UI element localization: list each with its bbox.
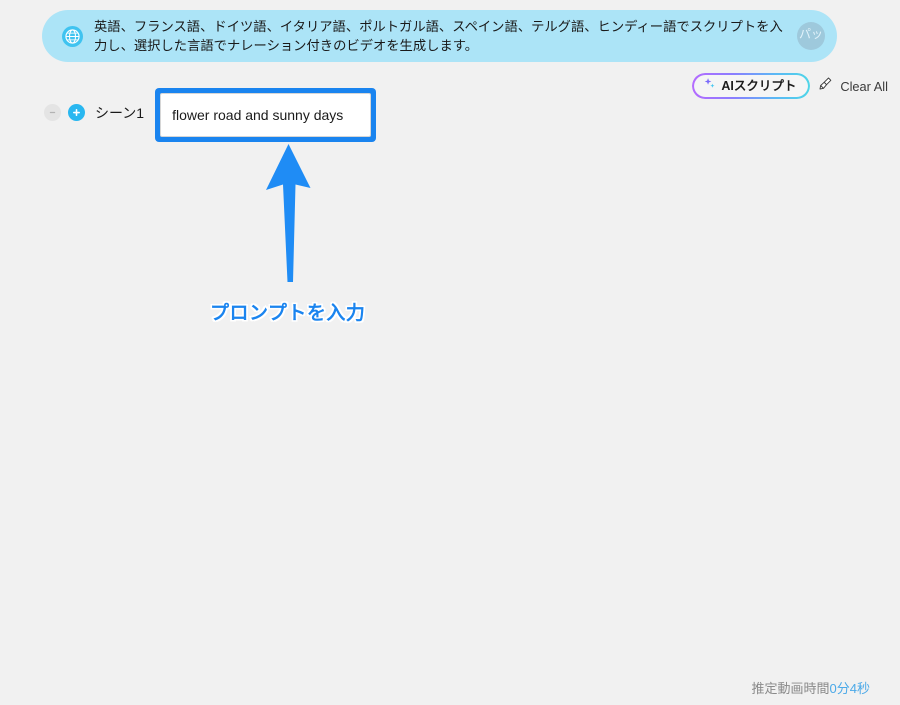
language-info-banner: 英語、フランス語、ドイツ語、イタリア語、ポルトガル語、スペイン語、テルグ語、ヒン…: [42, 10, 837, 62]
up-arrow-icon: [248, 142, 338, 294]
banner-message: 英語、フランス語、ドイツ語、イタリア語、ポルトガル語、スペイン語、テルグ語、ヒン…: [94, 19, 783, 53]
ai-script-label: AIスクリプト: [721, 78, 797, 93]
banner-close-button[interactable]: パッ: [797, 22, 825, 50]
estimated-duration-value: 0分4秒: [829, 681, 870, 696]
brush-icon: [818, 76, 833, 96]
annotation-label: プロンプトを入力: [209, 302, 367, 326]
scene-input-highlight: [155, 88, 377, 142]
minus-circle-icon[interactable]: [44, 104, 61, 121]
estimated-duration: 推定動画時間0分4秒: [752, 678, 870, 697]
banner-close-label: パッ: [798, 27, 823, 41]
scene-label: シーン1: [95, 105, 145, 121]
scene-row: シーン1: [44, 88, 377, 142]
estimated-duration-label: 推定動画時間: [751, 681, 830, 696]
clear-all-button[interactable]: Clear All: [818, 76, 888, 96]
clear-all-label: Clear All: [840, 78, 888, 94]
ai-script-button[interactable]: AIスクリプト: [692, 74, 809, 98]
script-toolbar: AIスクリプト Clear All: [692, 74, 888, 98]
scene-prompt-input[interactable]: [160, 93, 372, 137]
sparkle-icon: [703, 77, 716, 95]
globe-info-icon: [62, 25, 83, 47]
plus-circle-icon[interactable]: [68, 104, 85, 121]
